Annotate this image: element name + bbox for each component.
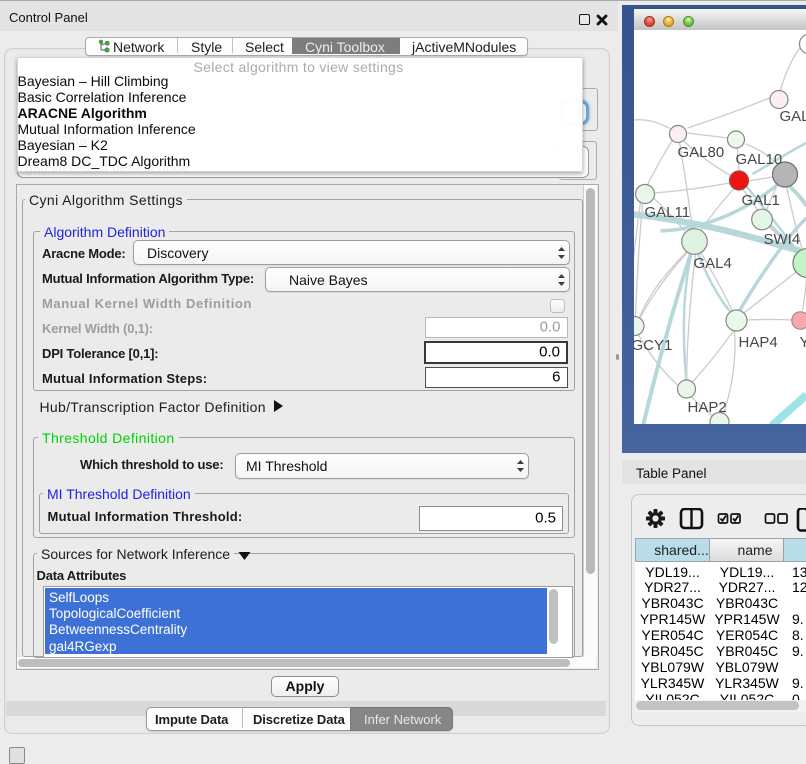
- svg-text:SWI4: SWI4: [763, 231, 800, 248]
- svg-text:GAL2: GAL2: [779, 108, 806, 125]
- svg-text:GAL10: GAL10: [735, 151, 782, 168]
- svg-text:HAP2: HAP2: [687, 399, 726, 416]
- svg-text:GAL1: GAL1: [741, 192, 779, 209]
- svg-text:HAP4: HAP4: [738, 334, 777, 351]
- svg-text:YE: YE: [799, 334, 806, 351]
- svg-text:GCY1: GCY1: [634, 337, 672, 354]
- svg-text:GAL11: GAL11: [644, 204, 690, 221]
- svg-text:GAL4: GAL4: [693, 255, 731, 272]
- svg-text:GAL80: GAL80: [677, 144, 724, 161]
